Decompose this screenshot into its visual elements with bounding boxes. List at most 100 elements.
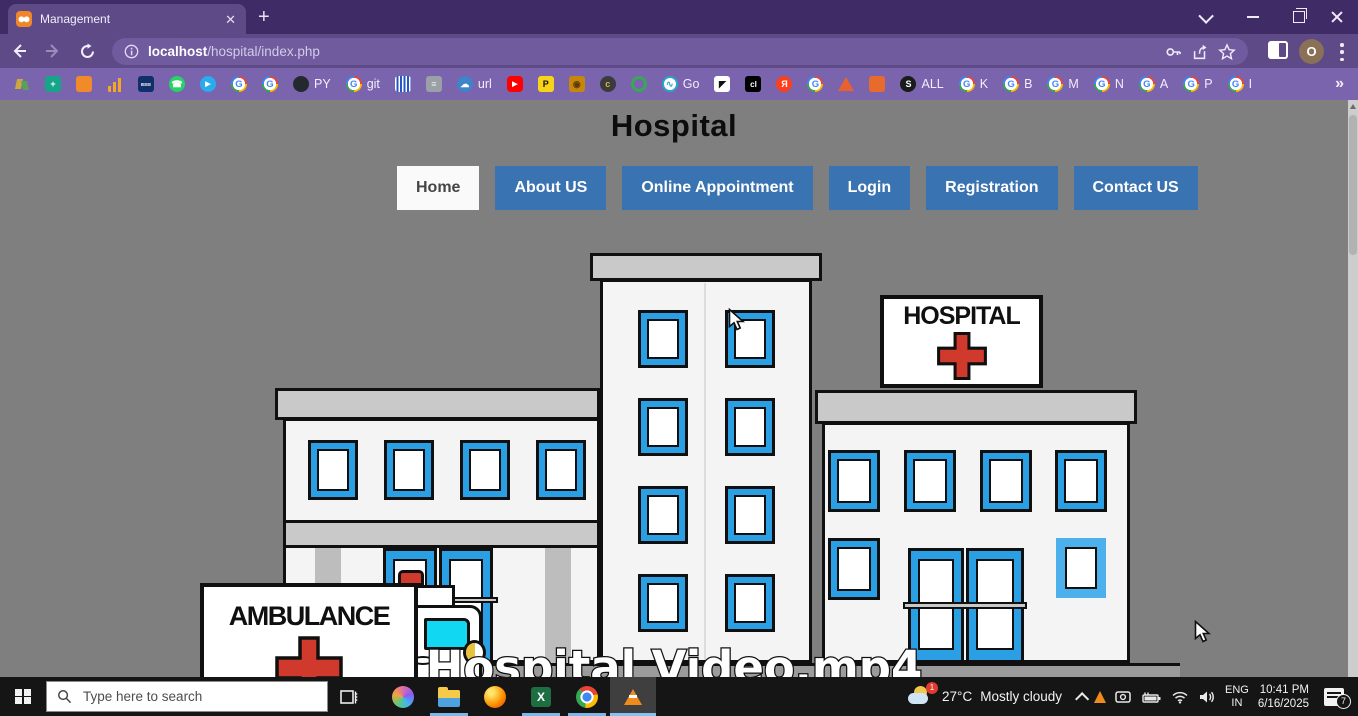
vlc-app[interactable] [610,677,656,716]
bookmark-item[interactable]: GI [1227,76,1253,92]
bookmark-item[interactable]: GM [1047,76,1079,92]
cast-tray-icon[interactable] [1115,690,1133,704]
bookmark-item[interactable]: ☁ url [456,76,492,92]
start-button[interactable] [0,677,46,716]
bookmark-item[interactable]: ◤ [714,76,731,92]
video-caption: Hospital Video.mp4 [424,640,923,677]
building-window [980,450,1032,512]
bookmark-item[interactable]: GN [1093,76,1124,92]
building-window [638,574,688,632]
site-info-icon[interactable] [124,44,139,59]
clock[interactable]: 10:41 PM 6/16/2025 [1258,683,1309,711]
url-text[interactable]: localhost/hospital/index.php [148,44,320,59]
youtube-icon: ▶ [506,76,523,92]
page-scrollbar[interactable] [1348,100,1358,677]
bookmark-item[interactable]: c [599,76,616,92]
tab-close-icon[interactable]: ✕ [223,11,238,28]
vlc-tray-icon[interactable] [1093,690,1106,703]
green-ring-icon [630,76,647,92]
bookmark-item[interactable] [394,76,411,92]
bookmark-item[interactable]: S ALL [900,76,944,92]
reload-icon[interactable] [72,36,102,66]
forward-icon[interactable] [38,36,68,66]
weather-widget[interactable]: 1 27°C Mostly cloudy [908,681,1062,708]
bookmark-item[interactable] [76,76,92,92]
bookmark-item[interactable] [14,76,30,92]
bookmark-item[interactable]: cl [745,76,762,92]
tab-title: Management [40,12,111,26]
volume-tray-icon[interactable] [1198,690,1216,704]
radio-icon: ≡ [425,76,442,92]
bookmark-item[interactable]: GK [958,76,988,92]
firefox-app[interactable] [472,677,518,716]
scrollbar-thumb[interactable] [1349,115,1357,255]
copilot-icon [392,685,414,708]
movie-camera-icon: ◉ [568,76,585,92]
bookmark-item[interactable]: G [231,76,247,92]
excel-app[interactable]: X [518,677,564,716]
globe-icon: S [900,76,917,92]
orange-cube-icon [76,76,92,92]
tab-search-icon[interactable] [1186,0,1228,34]
bookmark-item[interactable]: G [262,76,278,92]
hidden-icons-chevron[interactable] [1075,691,1090,706]
bookmark-item[interactable]: GB [1003,76,1032,92]
firefox-icon [484,685,506,708]
bookmark-item[interactable]: Ggit [345,76,380,92]
bookmark-item[interactable]: IEEE [138,76,154,92]
taskbar-search[interactable] [46,681,328,712]
browser-tab[interactable]: Management ✕ [8,4,246,34]
bookmark-label: git [366,77,380,91]
address-bar[interactable]: localhost/hospital/index.php [112,38,1248,65]
task-view-button[interactable] [332,677,366,716]
browser-menu-icon[interactable] [1340,40,1344,64]
chrome-app[interactable] [564,677,610,716]
bookmark-item[interactable]: P [537,76,554,92]
bookmark-item[interactable]: PY [293,76,331,92]
bookmarks-overflow-chevron[interactable]: » [1335,75,1344,93]
bookmark-label: M [1068,77,1079,91]
google-icon: G [231,76,247,92]
new-tab-button[interactable]: + [258,6,270,29]
wall-seam [704,283,706,660]
google-icon: G [1093,76,1110,92]
bookmark-item[interactable] [869,76,886,92]
file-explorer-app[interactable] [426,677,472,716]
copilot-app[interactable] [380,677,426,716]
bookmark-item[interactable] [107,76,123,92]
bookmark-item[interactable]: ≡ [425,76,442,92]
profile-avatar[interactable]: O [1299,39,1324,64]
search-input[interactable] [81,688,305,705]
back-icon[interactable] [4,36,34,66]
bookmark-item[interactable]: ▶ [200,76,216,92]
bookmark-label: I [1248,77,1253,91]
bookmark-item[interactable] [630,76,647,92]
side-panel-icon[interactable] [1268,41,1288,59]
bookmark-item[interactable]: + [45,76,61,92]
bookmark-item[interactable]: G [807,76,824,92]
password-key-icon[interactable] [1164,43,1182,61]
hospital-video[interactable]: HOSPITAL AMBULANCE Hospital Video.mp4 [0,100,1358,677]
bookmark-item[interactable]: ∿ Go [661,76,699,92]
bookmark-item[interactable]: ▶ [506,76,523,92]
close-button[interactable] [1316,0,1358,34]
language-indicator[interactable]: ENG IN [1225,684,1249,710]
bookmark-star-icon[interactable] [1218,42,1236,61]
bookmark-item[interactable]: GP [1183,76,1213,92]
scroll-up-icon[interactable] [1350,104,1356,109]
restore-button[interactable] [1278,0,1320,34]
minimize-button[interactable] [1232,0,1274,34]
analytics-icon [107,76,123,92]
bookmark-item[interactable]: GA [1138,76,1168,92]
bookmark-item[interactable]: ☎ [169,76,185,92]
door-bar [903,602,1027,609]
share-icon[interactable] [1191,43,1209,61]
google-icon: G [345,76,362,92]
battery-tray-icon[interactable] [1142,691,1162,703]
bookmark-label: P [1204,77,1213,91]
action-center-icon[interactable]: 7 [1324,687,1351,709]
bookmark-item[interactable]: ◉ [568,76,585,92]
bookmark-item[interactable] [838,77,855,91]
wifi-tray-icon[interactable] [1171,690,1189,704]
bookmark-item[interactable]: Я [776,76,793,92]
